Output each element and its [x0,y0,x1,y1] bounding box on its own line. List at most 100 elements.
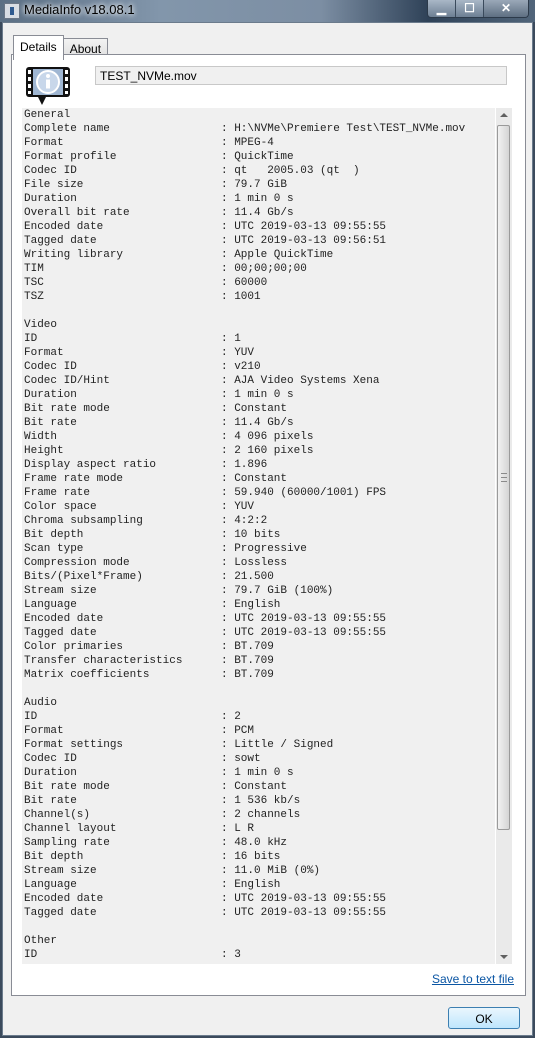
report-row: TIM: 00;00;00;00 [22,262,495,276]
field-label: Tagged date [24,907,97,919]
report-row: Scan type: Progressive [22,542,495,556]
field-value: YUV [234,347,255,359]
minimize-button[interactable]: ▁ [428,0,455,17]
field-label: Width [24,431,58,443]
report-row: TSC: 60000 [22,276,495,290]
field-label: Compression mode [24,557,130,569]
section-header: Audio [24,697,58,709]
field-value: 11.0 MiB (0%) [234,865,321,877]
field-label: Channel(s) [24,809,91,821]
report-row: Bit rate mode: Constant [22,780,495,794]
report-row: Channel(s): 2 channels [22,808,495,822]
report-row: TSZ: 1001 [22,290,495,304]
report-row: Matrix coefficients: BT.709 [22,668,495,682]
report-row: Bits/(Pixel*Frame): 21.500 [22,570,495,584]
field-value: Constant [234,473,288,485]
field-value: UTC 2019-03-13 09:55:55 [234,613,387,625]
field-value: 21.500 [234,571,274,583]
separator: : [221,249,235,261]
maximize-button[interactable]: ☐ [455,0,483,17]
section-header: Video [24,319,58,331]
report-row: File size: 79.7 GiB [22,178,495,192]
separator: : [221,515,235,527]
report-row: Bit rate: 1 536 kb/s [22,794,495,808]
separator: : [221,529,235,541]
separator: : [221,403,235,415]
field-value: Apple QuickTime [234,249,334,261]
separator: : [221,543,235,555]
field-value: Constant [234,403,288,415]
field-value: Lossless [234,557,288,569]
film-info-icon [26,67,70,105]
field-value: 3 [234,949,241,961]
scrollbar-thumb[interactable] [497,125,510,830]
report-row: Encoded date: UTC 2019-03-13 09:55:55 [22,892,495,906]
separator: : [221,879,235,891]
field-label: Format profile [24,151,117,163]
save-to-text-file-link[interactable]: Save to text file [432,972,514,986]
close-button[interactable]: ✕ [483,0,528,17]
field-label: Overall bit rate [24,207,130,219]
field-label: Channel layout [24,823,117,835]
ok-button[interactable]: OK [448,1007,520,1029]
field-label: Tagged date [24,627,97,639]
separator: : [221,501,235,513]
separator: : [221,431,235,443]
field-label: Bit rate [24,417,77,429]
field-value: 59.940 (60000/1001) FPS [234,487,387,499]
field-label: Codec ID [24,361,77,373]
scroll-up-arrow-icon[interactable] [500,113,508,117]
separator: : [221,823,235,835]
separator: : [221,767,235,779]
field-value: 16 bits [234,851,281,863]
field-value: 2 channels [234,809,301,821]
field-label: Stream size [24,585,97,597]
separator: : [221,291,235,303]
field-value: English [234,879,281,891]
separator: : [221,221,235,233]
field-value: L R [234,823,255,835]
title-bar[interactable]: MediaInfo v18.08.1 ▁ ☐ ✕ [0,0,535,22]
field-value: H:\NVMe\Premiere Test\TEST_NVMe.mov [234,123,466,135]
field-value: 00;00;00;00 [234,263,307,275]
separator: : [221,165,235,177]
report-row: Width: 4 096 pixels [22,430,495,444]
separator: : [221,347,235,359]
field-label: Format settings [24,739,124,751]
dialog-body: Details About TEST_NVMe.mov General Compl… [2,22,533,1036]
field-label: TIM [24,263,44,275]
section-header: Other [24,935,58,947]
field-label: Bit rate [24,795,77,807]
separator: : [221,445,235,457]
separator: : [221,865,235,877]
report-row: Format settings: Little / Signed [22,738,495,752]
separator: : [221,193,235,205]
tab-details[interactable]: Details [13,35,64,60]
report-scrollbar[interactable] [496,108,512,964]
mediainfo-app-icon [4,3,20,19]
report-row: Tagged date: UTC 2019-03-13 09:55:55 [22,906,495,920]
section-header: General [24,109,71,121]
field-label: Writing library [24,249,124,261]
report-row: Writing library: Apple QuickTime [22,248,495,262]
field-label: Height [24,445,64,457]
report-row: Sampling rate: 48.0 kHz [22,836,495,850]
report-row: Encoded date: UTC 2019-03-13 09:55:55 [22,220,495,234]
separator: : [221,809,235,821]
field-label: Sampling rate [24,837,110,849]
field-value: 11.4 Gb/s [234,207,294,219]
field-value: 1 [234,333,241,345]
separator: : [221,571,235,583]
report-row: Codec ID: qt 2005.03 (qt ) [22,164,495,178]
field-label: Duration [24,389,77,401]
field-value: BT.709 [234,655,274,667]
field-label: TSC [24,277,44,289]
field-value: Constant [234,781,288,793]
file-name-field[interactable]: TEST_NVMe.mov [95,66,507,85]
field-value: UTC 2019-03-13 09:55:55 [234,627,387,639]
window-controls: ▁ ☐ ✕ [427,0,529,18]
separator: : [221,333,235,345]
media-info-report[interactable]: General Complete name: H:\NVMe\Premiere T… [22,108,495,964]
scroll-down-arrow-icon[interactable] [500,955,508,959]
field-value: UTC 2019-03-13 09:55:55 [234,907,387,919]
